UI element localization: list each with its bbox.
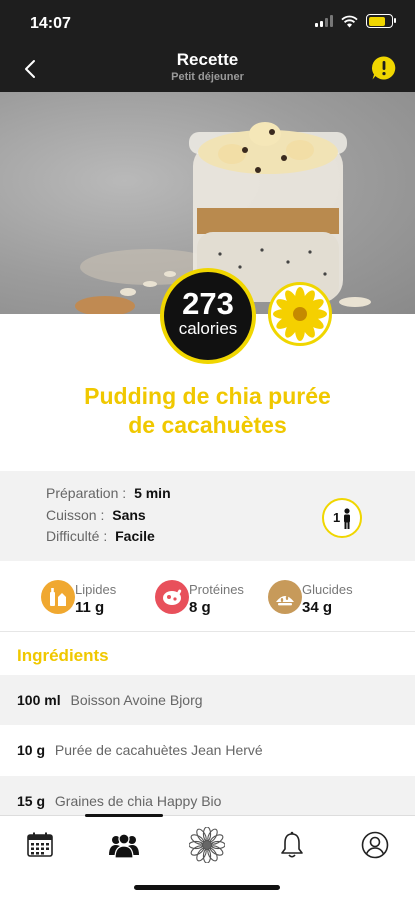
- preparation-label: Préparation :: [46, 485, 127, 501]
- flower-icon[interactable]: [268, 282, 332, 346]
- persons-selector[interactable]: 1: [322, 498, 362, 538]
- page-title: Recette: [176, 50, 239, 69]
- lipides-label: Lipides: [75, 582, 117, 597]
- nav-bar: Recette Petit déjeuner: [0, 46, 415, 92]
- recipe-details: Préparation : 5 min Cuisson : Sans Diffi…: [0, 471, 415, 561]
- tab-notifications[interactable]: [274, 828, 310, 862]
- ingredient-row: 100 ml Boisson Avoine Bjorg: [0, 675, 415, 725]
- lipides-value: 11 g: [75, 599, 105, 616]
- bell-icon: [281, 831, 303, 858]
- calorie-label: calories: [178, 319, 238, 338]
- status-bar: 14:07: [0, 0, 415, 46]
- page-subtitle: Petit déjeuner: [171, 71, 244, 83]
- ingredients-title: Ingrédients: [17, 646, 109, 665]
- recipe-title: Pudding de chia purée de cacahuètes: [0, 382, 415, 440]
- difficulte-label: Difficulté :: [46, 528, 108, 544]
- home-indicator: [134, 885, 280, 890]
- proteines-value: 8 g: [189, 599, 211, 616]
- ingredient-name: Boisson Avoine Bjorg: [70, 692, 203, 708]
- difficulte-value: Facile: [115, 528, 155, 544]
- info-icon[interactable]: [371, 55, 397, 81]
- ingredient-row: 10 g Purée de cacahuètes Jean Hervé: [0, 725, 415, 775]
- community-icon: [109, 833, 139, 859]
- ingredient-name: Graines de chia Happy Bio: [54, 793, 222, 809]
- tab-bar: [0, 814, 415, 900]
- calorie-value: 273: [182, 286, 234, 321]
- ingredient-qty: 10 g: [17, 742, 46, 758]
- tab-flower[interactable]: [189, 827, 225, 863]
- preparation-value: 5 min: [134, 485, 171, 501]
- glucides-value: 34 g: [302, 599, 333, 616]
- glucides-label: Glucides: [302, 582, 353, 597]
- lipides-icon: [41, 580, 75, 614]
- ingredient-qty: 100 ml: [17, 692, 61, 708]
- calorie-badge: 273 calories: [160, 268, 256, 364]
- persons-count: 1: [333, 510, 341, 525]
- proteines-label: Protéines: [189, 582, 244, 597]
- tab-profile[interactable]: [357, 828, 393, 862]
- profile-icon: [361, 831, 389, 859]
- active-tab-indicator: [85, 814, 163, 817]
- person-icon: [344, 508, 350, 529]
- preparation-row: Préparation : 5 min: [46, 485, 171, 501]
- difficulte-row: Difficulté : Facile: [46, 528, 155, 544]
- tab-community[interactable]: [106, 828, 142, 862]
- glucides-icon: [268, 580, 302, 614]
- calendar-icon: [27, 832, 53, 857]
- flower-icon: [189, 827, 225, 863]
- tab-calendar[interactable]: [22, 828, 58, 862]
- ingredient-name: Purée de cacahuètes Jean Hervé: [54, 742, 263, 758]
- cuisson-row: Cuisson : Sans: [46, 507, 146, 523]
- status-time: 14:07: [30, 15, 71, 32]
- macros-row: Lipides 11 g Protéines 8 g Glucides 34 g: [0, 562, 415, 632]
- status-icons: [315, 14, 396, 28]
- proteines-icon: [155, 580, 189, 614]
- battery-icon: [366, 14, 396, 28]
- cuisson-value: Sans: [112, 507, 146, 523]
- cuisson-label: Cuisson :: [46, 507, 105, 523]
- ingredient-qty: 15 g: [17, 793, 46, 809]
- recipe-title-line2: de cacahuètes: [128, 412, 287, 438]
- recipe-title-line1: Pudding de chia purée: [84, 383, 331, 409]
- wifi-icon: [341, 15, 358, 27]
- signal-icon: [315, 15, 333, 27]
